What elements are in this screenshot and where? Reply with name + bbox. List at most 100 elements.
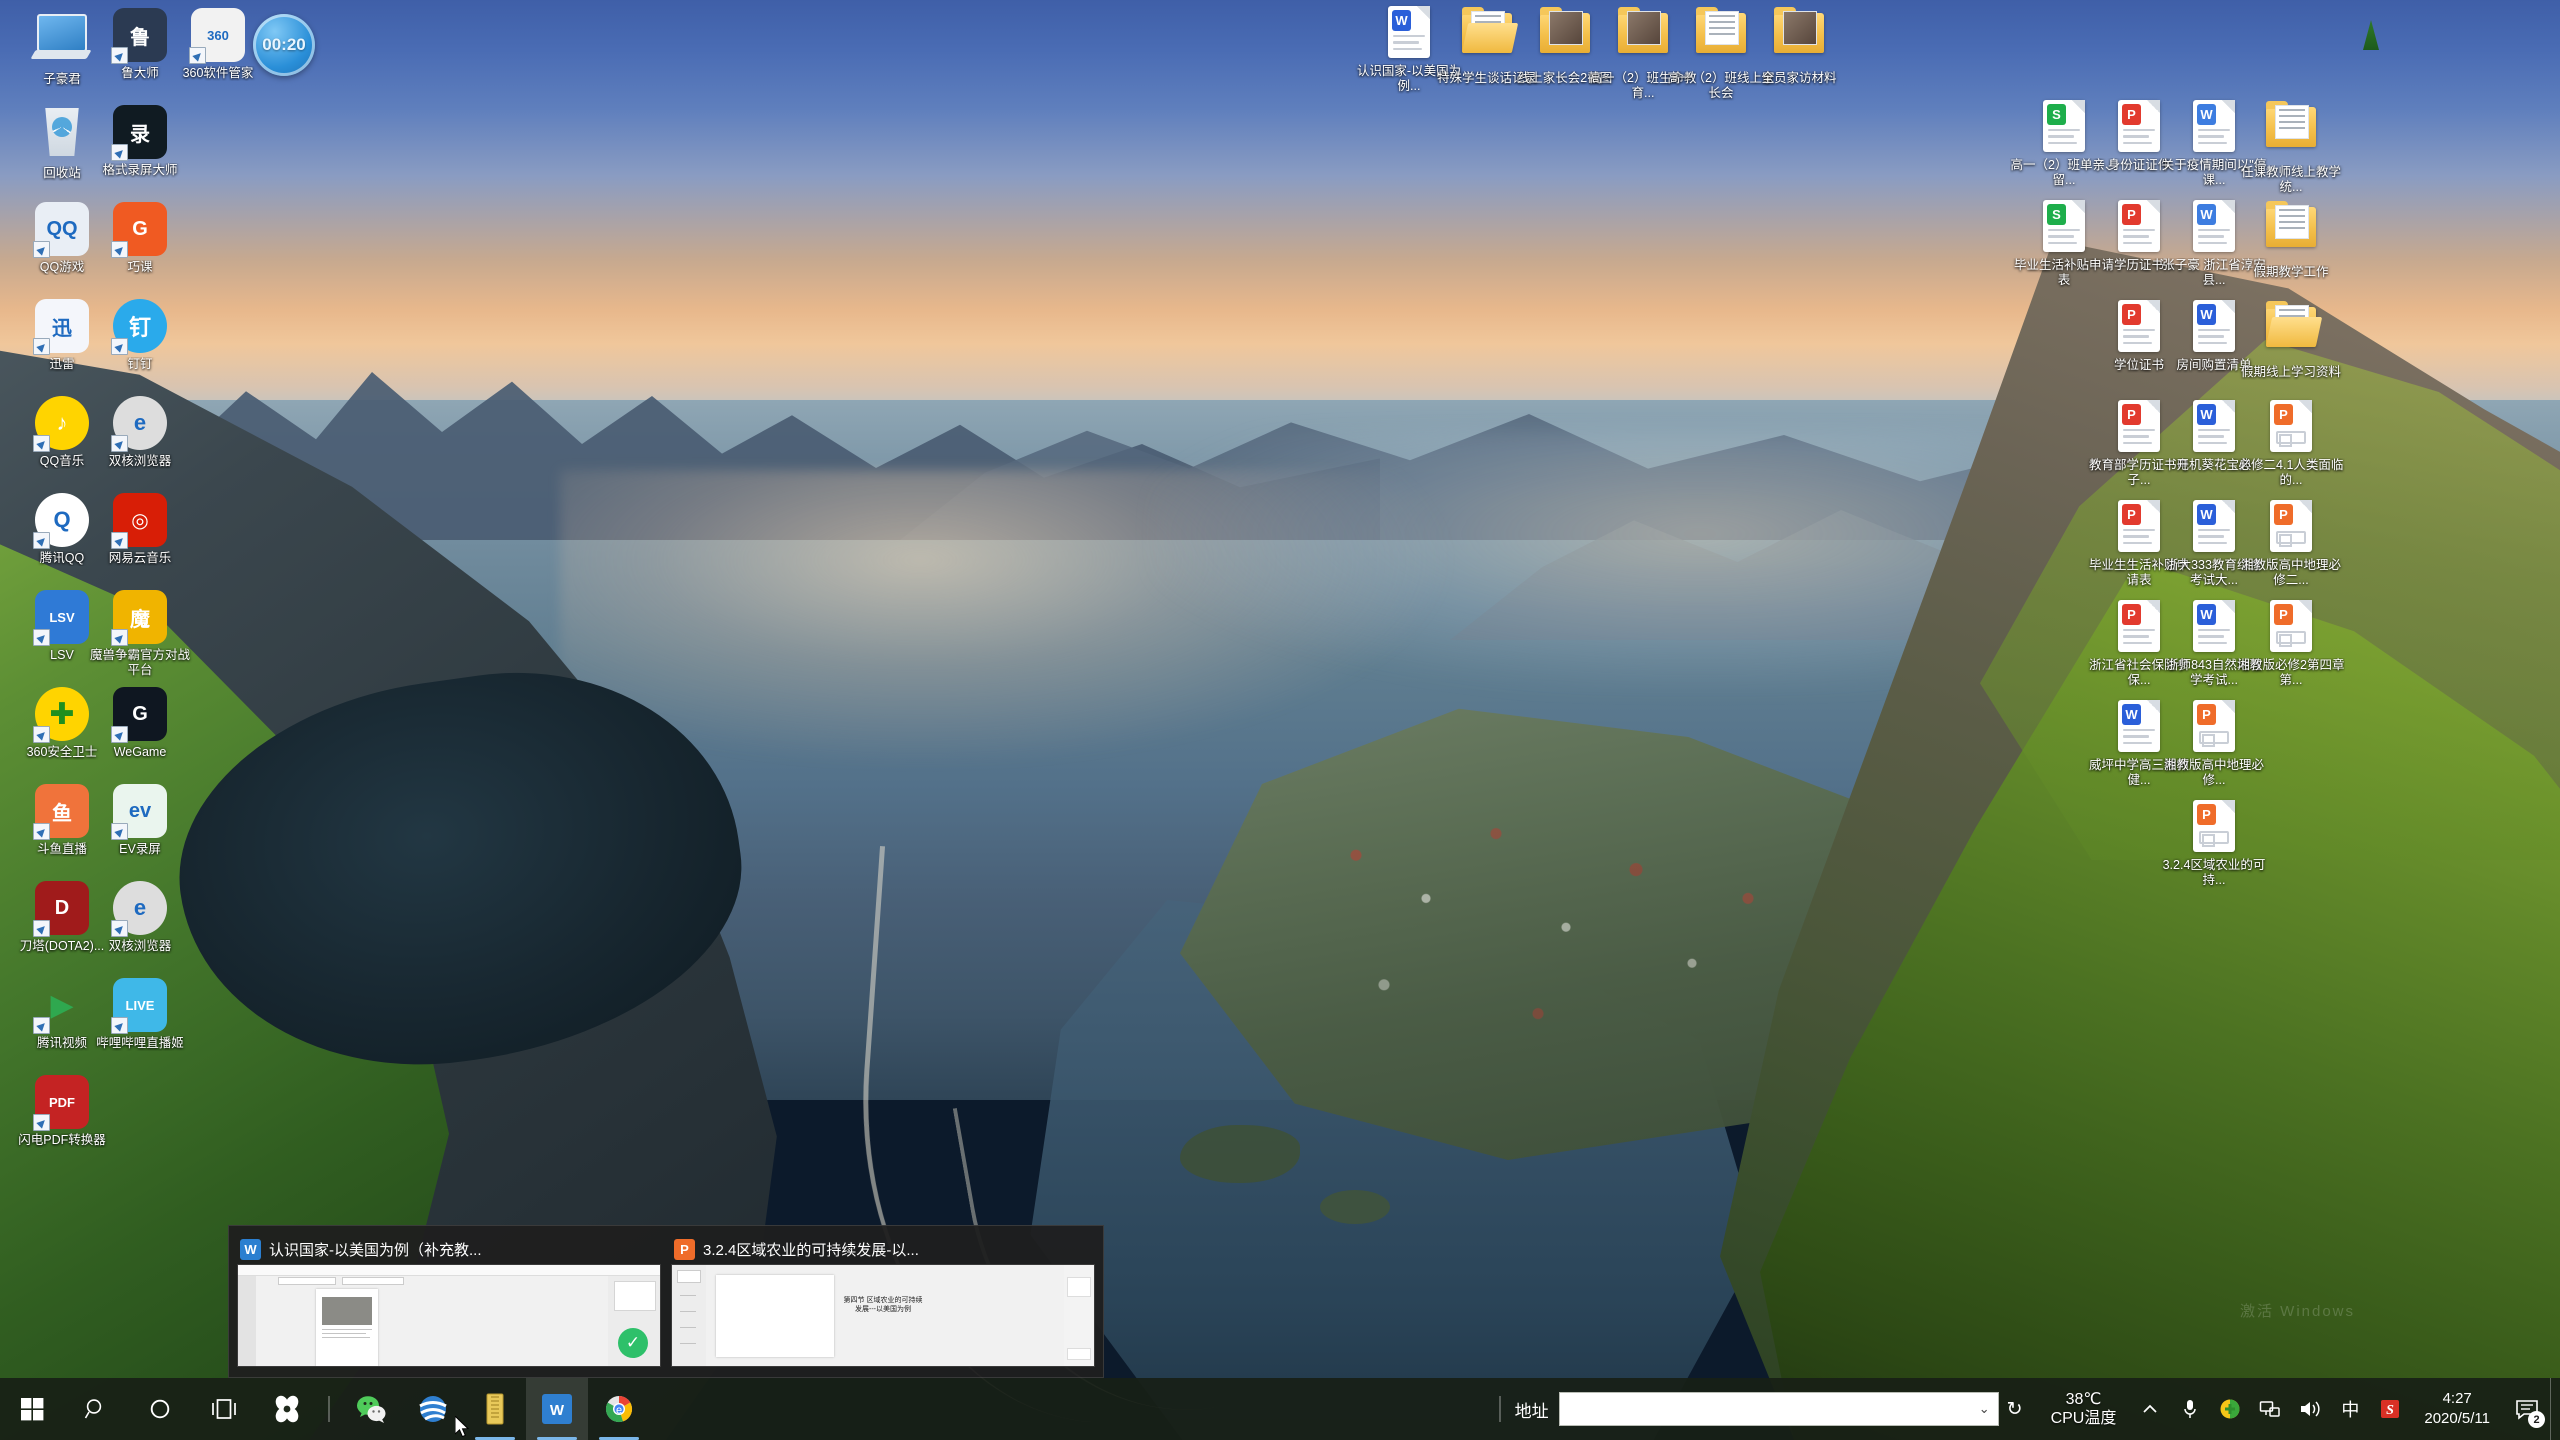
desktop-icon-label: 双核浏览器 xyxy=(108,939,172,953)
folder-icon xyxy=(2264,201,2318,261)
start-button[interactable] xyxy=(0,1378,64,1440)
sogou-s-icon: S xyxy=(2381,1400,2400,1418)
microphone-button[interactable] xyxy=(2170,1378,2210,1440)
presentation-file-icon: P xyxy=(2264,400,2318,454)
desktop-icon[interactable]: 假期线上学习资料 xyxy=(2237,300,2345,380)
desktop-icon[interactable]: G 巧课 xyxy=(86,202,194,275)
desktop-icon[interactable]: 全员家访材料 xyxy=(1745,6,1853,86)
spreadsheet-file-icon: S xyxy=(2037,100,2091,154)
folder-icon xyxy=(1694,7,1748,67)
app-icon: ▶ xyxy=(33,978,89,1034)
desktop[interactable]: 激活 Windows 00:20 子豪君鲁鲁大师 360 360软件管家 回收站录格式… xyxy=(0,0,2560,1440)
desktop-icon[interactable]: ev EV录屏 xyxy=(86,784,194,857)
clock-button[interactable]: 4:27 2020/5/11 xyxy=(2410,1389,2504,1429)
notification-center-button[interactable]: 2 xyxy=(2504,1378,2550,1440)
taskbar-app-wechat[interactable] xyxy=(340,1378,402,1440)
desktop-icon[interactable]: P 湘教版必修2第四章第... xyxy=(2237,600,2345,688)
folder-icon xyxy=(2264,301,2318,361)
360-security-tray-button[interactable] xyxy=(2210,1378,2250,1440)
desktop-icon[interactable]: LIVE 哔哩哔哩直播姬 xyxy=(86,978,194,1051)
volume-button[interactable] xyxy=(2290,1378,2330,1440)
preview-item[interactable]: W 认识国家-以美国为例（补充教... ✓ xyxy=(237,1234,661,1367)
show-hidden-icons-button[interactable] xyxy=(2130,1378,2170,1440)
desktop-icon[interactable]: 假期教学工作 xyxy=(2237,200,2345,280)
show-desktop-button[interactable] xyxy=(2550,1378,2560,1440)
desktop-icon-label: 魔兽争霸官方对战平台 xyxy=(89,648,190,677)
desktop-icon[interactable]: P 湘教版高中地理必修二... xyxy=(2237,500,2345,588)
desktop-icon[interactable]: P 湘教版高中地理必修... xyxy=(2160,700,2268,788)
preview-thumbnail-writer[interactable]: ✓ xyxy=(237,1264,661,1367)
task-view-icon xyxy=(212,1399,236,1419)
notification-count-badge: 2 xyxy=(2528,1411,2545,1428)
app-icon: D xyxy=(33,881,89,937)
task-view-button[interactable] xyxy=(192,1378,256,1440)
desktop-icon[interactable]: e 双核浏览器 xyxy=(86,396,194,469)
shortcut-overlay-icon xyxy=(33,726,50,743)
svg-text:W: W xyxy=(550,1402,565,1419)
folder-icon xyxy=(1460,7,1514,67)
wps-presentation-icon: P xyxy=(674,1238,695,1260)
taskbar[interactable]: W e 地址 ⌄ ↻ 38℃ CPU温度 中 S 4:27 2020/5/11 … xyxy=(0,1378,2560,1440)
toolbar-grip[interactable] xyxy=(1498,1396,1501,1422)
shortcut-overlay-icon xyxy=(111,629,128,646)
shortcut-overlay-icon xyxy=(33,629,50,646)
sogou-tray-button[interactable]: S xyxy=(2370,1378,2410,1440)
shortcut-overlay-icon xyxy=(111,144,128,161)
app-icon: e xyxy=(111,396,167,452)
shortcut-overlay-icon xyxy=(111,338,128,355)
desktop-icon-label: 湘教版高中地理必修二... xyxy=(2240,558,2341,587)
preview-header: W 认识国家-以美国为例（补充教... xyxy=(237,1234,661,1264)
chevron-up-icon xyxy=(2143,1404,2157,1413)
desktop-icon-label: 钉钉 xyxy=(127,357,153,371)
desktop-icon[interactable]: P 必修二4.1人类面临的... xyxy=(2237,400,2345,488)
taskbar-app-wps-office[interactable]: W xyxy=(526,1378,588,1440)
ime-mode-button[interactable]: 中 xyxy=(2330,1378,2370,1440)
shortcut-overlay-icon xyxy=(111,532,128,549)
address-input[interactable] xyxy=(1559,1394,1998,1424)
shortcut-overlay-icon xyxy=(33,1114,50,1131)
desktop-icon[interactable]: P 3.2.4区域农业的可持... xyxy=(2160,800,2268,888)
desktop-icon-label: WeGame xyxy=(113,745,167,759)
desktop-icon[interactable]: PDF 闪电PDF转换器 xyxy=(8,1075,116,1148)
desktop-icon[interactable]: 任课教师线上教学统... xyxy=(2237,100,2345,195)
presentation-file-icon: P xyxy=(2187,800,2241,854)
desktop-icon[interactable]: G WeGame xyxy=(86,687,194,760)
network-button[interactable] xyxy=(2250,1378,2290,1440)
cortana-button[interactable] xyxy=(128,1378,192,1440)
shortcut-overlay-icon xyxy=(111,435,128,452)
cortana-icon xyxy=(150,1399,170,1419)
desktop-icon[interactable]: 录格式录屏大师 xyxy=(86,105,194,178)
taskbar-app-winrar[interactable] xyxy=(464,1378,526,1440)
desktop-icon[interactable]: ◎ 网易云音乐 xyxy=(86,493,194,566)
presentation-file-icon: P xyxy=(2112,100,2166,154)
desktop-icon-label: 全员家访材料 xyxy=(1761,71,1837,85)
cpu-temperature-widget[interactable]: 38℃ CPU温度 xyxy=(2051,1390,2117,1428)
desktop-icon[interactable]: e 双核浏览器 xyxy=(86,881,194,954)
document-file-icon: W xyxy=(1382,6,1436,60)
preview-thumbnail-presentation[interactable]: 第四节 区域农业的可持续 发展---以美国为例 xyxy=(671,1264,1095,1367)
taskbar-app-sogou-input[interactable] xyxy=(256,1378,318,1440)
presentation-file-icon: P xyxy=(2112,500,2166,554)
system-tray[interactable]: 地址 ⌄ ↻ 38℃ CPU温度 中 S 4:27 2020/5/11 2 xyxy=(1489,1378,2560,1440)
search-icon xyxy=(84,1399,102,1419)
desktop-icon-label: 假期教学工作 xyxy=(2253,265,2329,279)
address-toolbar-label: 地址 xyxy=(1514,1401,1549,1421)
presentation-file-icon: P xyxy=(2187,700,2241,754)
desktop-icon-label: 3.2.4区域农业的可持... xyxy=(2162,858,2266,887)
taskbar-thumbnail-previews[interactable]: W 认识国家-以美国为例（补充教... ✓ P 3.2.4区域农业的可持续发展-… xyxy=(228,1225,1104,1378)
refresh-icon[interactable]: ↻ xyxy=(2007,1398,2023,1421)
document-file-icon: W xyxy=(2187,300,2241,354)
wallpaper-islet-2 xyxy=(1320,1190,1390,1224)
app-icon: 魔 xyxy=(111,590,167,646)
desktop-icon-label: 闪电PDF转换器 xyxy=(18,1133,106,1147)
desktop-icon[interactable]: 魔魔兽争霸官方对战平台 xyxy=(86,590,194,678)
taskbar-app-chrome[interactable]: e xyxy=(588,1378,650,1440)
desktop-icon[interactable]: 钉钉钉 xyxy=(86,299,194,372)
desktop-icon[interactable]: 360 360软件管家 xyxy=(164,8,272,81)
sogou-pinyin-icon xyxy=(275,1395,299,1423)
preview-item[interactable]: P 3.2.4区域农业的可持续发展-以... 第四节 区域农业的可持续 发展---… xyxy=(671,1234,1095,1367)
document-file-icon: W xyxy=(2187,400,2241,454)
address-input-wrapper[interactable]: ⌄ xyxy=(1558,1392,1999,1426)
chevron-down-icon[interactable]: ⌄ xyxy=(1979,1401,1990,1417)
search-button[interactable] xyxy=(64,1378,128,1440)
